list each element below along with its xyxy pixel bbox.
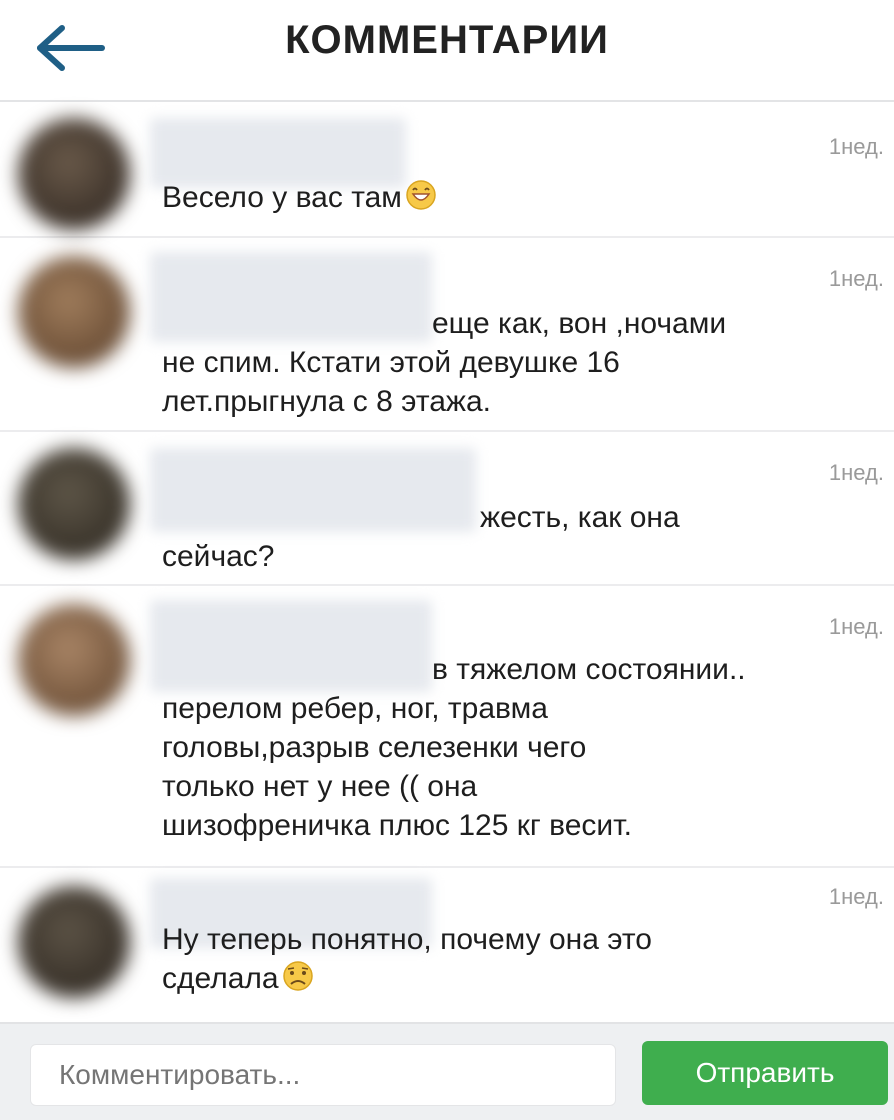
comment-text: жесть, как она сейчас? [162,498,680,576]
comment-input[interactable] [30,1044,616,1106]
comment-line: Весело у вас там [162,181,402,214]
avatar[interactable] [18,118,130,230]
comment-text: в тяжелом состоянии.. перелом ребер, ног… [162,650,746,845]
comment-line: не спим. Кстати этой девушке 16 [162,346,620,379]
comment-item: 1нед. в тяжелом состоянии.. перелом ребе… [0,586,894,868]
comment-line: головы,разрыв селезенки чего [162,731,587,764]
comments-screen: КОММЕНТАРИИ 1нед. Весело у вас там 1нед.… [0,0,894,1120]
comment-timestamp: 1нед. [828,884,884,909]
comment-item: 1нед. Весело у вас там [0,104,894,238]
comment-item: 1нед. жесть, как она сейчас? [0,432,894,586]
comment-text: еще как, вон ,ночами не спим. Кстати это… [162,304,726,421]
comment-line: еще как, вон ,ночами [432,307,727,340]
comment-line: перелом ребер, ног, травма [162,692,548,725]
header-bar: КОММЕНТАРИИ [0,0,894,102]
comment-line: сделала [162,962,279,995]
comment-timestamp: 1нед. [828,460,884,485]
comment-line: жесть, как она [480,501,680,534]
avatar[interactable] [18,448,130,560]
send-button[interactable]: Отправить [642,1041,888,1105]
comment-line: шизофреничка плюс 125 кг весит. [162,809,632,842]
comment-line: сейчас? [162,540,275,573]
page-title: КОММЕНТАРИИ [285,18,609,62]
comment-line: лет.прыгнула с 8 этажа. [162,385,491,418]
comment-timestamp: 1нед. [828,614,884,639]
comment-line: только нет у нее (( она [162,770,478,803]
comment-text: Ну теперь понятно, почему она это сделал… [162,920,652,1002]
comment-line: Ну теперь понятно, почему она это [162,923,652,956]
comment-text: Весело у вас там [162,178,440,221]
comment-timestamp: 1нед. [828,266,884,291]
comment-item: 1нед. еще как, вон ,ночами не спим. Кста… [0,238,894,432]
comment-composer: Отправить [0,1022,894,1120]
comment-line: в тяжелом состоянии.. [432,653,746,686]
comment-item: 1нед. Ну теперь понятно, почему она это … [0,868,894,1018]
worried-face-icon [279,960,317,1002]
avatar[interactable] [18,886,130,998]
comment-timestamp: 1нед. [828,134,884,159]
avatar[interactable] [18,604,130,716]
avatar[interactable] [18,256,130,368]
grinning-face-icon [402,179,440,221]
